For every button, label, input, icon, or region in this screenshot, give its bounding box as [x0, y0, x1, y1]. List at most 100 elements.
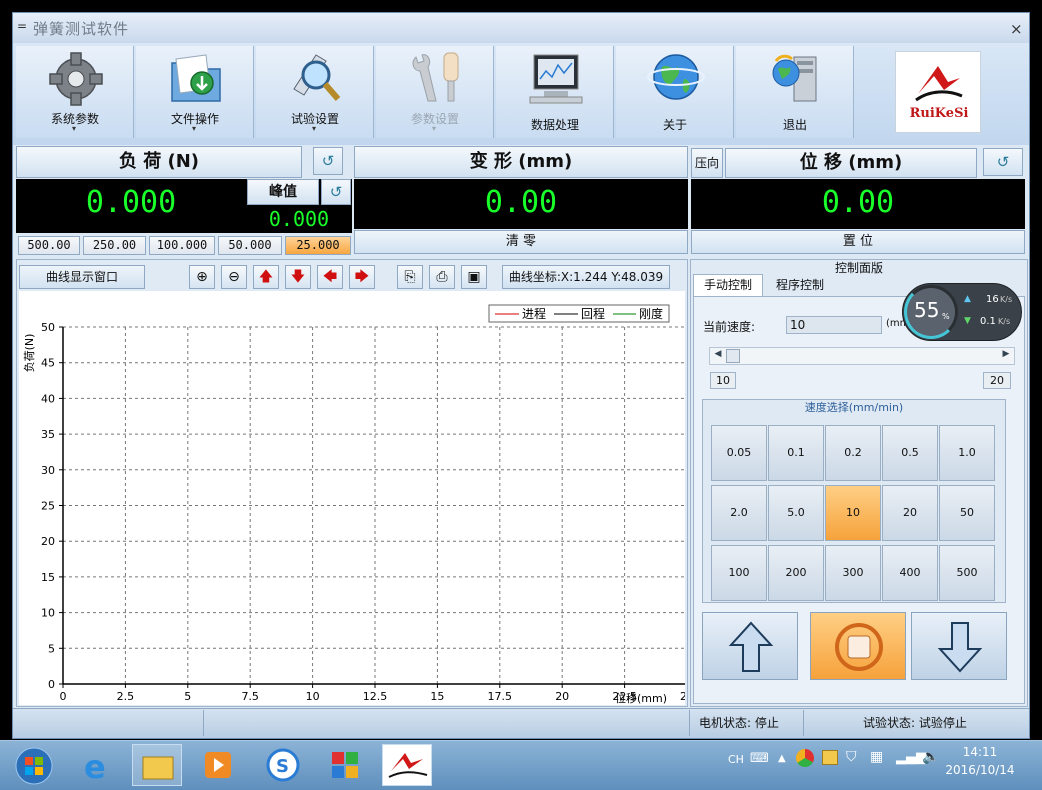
y-tick-label: 50 — [41, 321, 55, 334]
pan-up-button[interactable]: 🡅 — [253, 265, 279, 289]
about-button[interactable]: 关于 — [616, 46, 734, 138]
y-tick-label: 5 — [48, 642, 55, 655]
speed-option-button[interactable]: 0.5 — [882, 425, 938, 481]
pan-left-button[interactable]: 🡄 — [317, 265, 343, 289]
up-button[interactable] — [702, 612, 798, 680]
refresh-icon: ↺ — [321, 152, 335, 170]
taskbar-media[interactable] — [193, 744, 243, 786]
taskbar-explorer[interactable] — [132, 744, 182, 786]
copy-button[interactable]: ⎘ — [397, 265, 423, 289]
tab-program-control[interactable]: 程序控制 — [765, 275, 835, 296]
taskbar-app-grid[interactable] — [320, 744, 370, 786]
zoom-in-button[interactable]: ⊕ — [189, 265, 215, 289]
pan-down-button[interactable]: 🡇 — [285, 265, 311, 289]
direction-button[interactable]: 压向 — [691, 148, 723, 178]
speed-option-button[interactable]: 200 — [768, 545, 824, 601]
y-tick-label: 25 — [41, 500, 55, 513]
peak-reset-button[interactable]: ↺ — [321, 179, 351, 205]
logo-mark-icon — [915, 66, 963, 102]
status-divider — [803, 710, 804, 736]
speed-option-button[interactable]: 0.05 — [711, 425, 767, 481]
download-speed: 0.1 — [980, 316, 996, 327]
x-tick-label: 0 — [60, 690, 67, 703]
media-player-icon — [205, 752, 231, 778]
shield-icon[interactable]: ⛉ — [846, 749, 857, 765]
pan-right-button[interactable]: 🡆 — [349, 265, 375, 289]
speed-option-button[interactable]: 10 — [825, 485, 881, 541]
speed-option-button[interactable]: 100 — [711, 545, 767, 601]
y-tick-label: 40 — [41, 392, 55, 405]
speed-option-button[interactable]: 500 — [939, 545, 995, 601]
data-processing-button[interactable]: 数据处理 — [496, 46, 614, 138]
motor-status: 电机状态: 停止 — [699, 716, 779, 730]
range-button[interactable]: 500.00 — [18, 236, 80, 255]
slider-right-arrow-icon[interactable]: ▶ — [999, 349, 1013, 363]
ruikesi-logo-icon — [388, 753, 428, 778]
magnifier-tools-icon — [293, 54, 341, 101]
load-reset-button[interactable]: ↺ — [313, 147, 343, 175]
x-tick-label: 7.5 — [241, 690, 259, 703]
chart-window-button[interactable]: 曲线显示窗口 — [19, 265, 145, 289]
tray-expand-icon[interactable]: ▲ — [778, 753, 786, 764]
range-button[interactable]: 50.000 — [218, 236, 282, 255]
taskbar-ie[interactable]: e — [74, 744, 124, 786]
slider-thumb[interactable] — [726, 349, 740, 363]
zero-button[interactable]: 清 零 — [354, 230, 688, 254]
param-settings-button[interactable]: 参数设置 ▾ — [376, 46, 494, 138]
speed-option-button[interactable]: 2.0 — [711, 485, 767, 541]
slider-left-arrow-icon[interactable]: ◀ — [711, 349, 725, 363]
set-position-button[interactable]: 置 位 — [691, 230, 1025, 254]
legend-label: 刚度 — [639, 306, 663, 321]
monitor-icon — [529, 54, 583, 104]
arrow-left-icon: 🡄 — [322, 269, 338, 285]
keyboard-icon[interactable]: ⌨ — [750, 751, 769, 766]
start-button[interactable] — [10, 744, 60, 786]
folder-tray-icon[interactable] — [822, 750, 838, 765]
network-tray-icon[interactable]: ▦ — [870, 749, 883, 765]
clock-date[interactable]: 2016/10/14 — [942, 763, 1018, 777]
print-button[interactable]: ⎙ — [429, 265, 455, 289]
zoom-out-button[interactable]: ⊖ — [221, 265, 247, 289]
range-button[interactable]: 100.000 — [149, 236, 215, 255]
refresh-icon: ↺ — [329, 183, 343, 201]
speed-option-button[interactable]: 0.1 — [768, 425, 824, 481]
file-ops-button[interactable]: 文件操作 ▾ — [136, 46, 254, 138]
load-value: 0.000 — [85, 185, 177, 220]
svg-text:S: S — [276, 756, 289, 777]
x-tick-label: 20 — [555, 690, 569, 703]
speed-option-button[interactable]: 1.0 — [939, 425, 995, 481]
x-axis-label: 位移(mm) — [615, 691, 667, 705]
speed-option-button[interactable]: 0.2 — [825, 425, 881, 481]
speed-option-button[interactable]: 50 — [939, 485, 995, 541]
stop-button[interactable] — [810, 612, 906, 680]
legend-label: 进程 — [522, 306, 546, 321]
taskbar-ruikesi[interactable] — [382, 744, 432, 786]
close-button[interactable]: × — [1010, 20, 1023, 38]
language-indicator[interactable]: CH — [728, 753, 744, 766]
tab-manual-control[interactable]: 手动控制 — [693, 274, 763, 296]
range-button[interactable]: 250.00 — [83, 236, 146, 255]
deform-panel-title: 变 形 (mm) — [354, 146, 688, 178]
speed-option-button[interactable]: 5.0 — [768, 485, 824, 541]
range-button-selected[interactable]: 25.000 — [285, 236, 351, 255]
clock-time[interactable]: 14:11 — [950, 745, 1010, 759]
window-button[interactable]: ▣ — [461, 265, 487, 289]
test-settings-button[interactable]: 试验设置 ▾ — [256, 46, 374, 138]
slider-min-value: 10 — [710, 372, 736, 389]
chart-legend: 进程 回程 刚度 — [488, 304, 670, 323]
exit-button[interactable]: 退出 — [736, 46, 854, 138]
speed-option-button[interactable]: 300 — [825, 545, 881, 601]
taskbar-sogou[interactable]: S — [258, 744, 308, 786]
down-button[interactable] — [911, 612, 1007, 680]
x-tick-label: 5 — [184, 690, 191, 703]
speed-option-button[interactable]: 400 — [882, 545, 938, 601]
system-menu-icon[interactable]: = — [17, 19, 27, 33]
logo-text: RuiKeSi — [909, 106, 969, 121]
disp-reset-button[interactable]: ↺ — [983, 148, 1023, 176]
speed-slider[interactable]: ◀ ▶ — [709, 347, 1015, 365]
chrome-tray-icon[interactable] — [796, 749, 814, 767]
volume-icon[interactable]: 🔈 — [922, 749, 939, 765]
system-params-button[interactable]: 系统参数 ▾ — [16, 46, 134, 138]
y-tick-label: 20 — [41, 535, 55, 548]
speed-option-button[interactable]: 20 — [882, 485, 938, 541]
